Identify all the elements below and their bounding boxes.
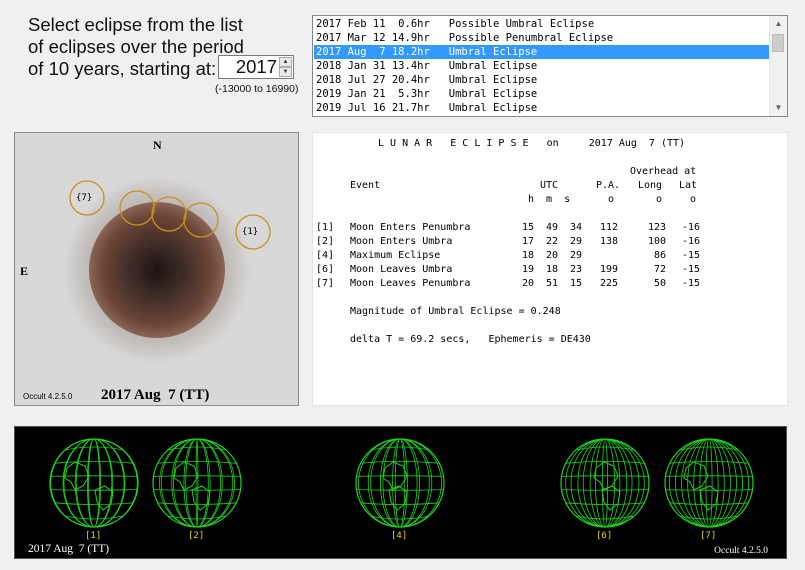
eclipse-list-item[interactable]: 2017 Mar 12 14.9hr Possible Penumbral Ec… [314, 31, 769, 45]
scroll-down-icon[interactable]: ▼ [770, 100, 787, 116]
globe-label: [4] [391, 531, 408, 541]
contact-label-1: {1} [242, 227, 259, 237]
unit-pa: o [608, 194, 615, 205]
header-event: Event [350, 180, 381, 191]
unit-lat: o [690, 194, 697, 205]
spin-down-icon[interactable]: ▼ [279, 67, 292, 77]
event-long-cell: 72 [653, 264, 666, 275]
start-year-input[interactable] [221, 57, 277, 77]
eclipse-diagram-svg [63, 176, 271, 364]
delta-t-ephemeris: delta T = 69.2 secs, Ephemeris = DE430 [350, 334, 591, 345]
event-long-cell: 50 [653, 278, 666, 289]
event-name-cell: Moon Enters Umbra [350, 236, 453, 247]
earth-visibility-panel: [1] [2] [4] [6] [7] 2017 Aug 7 (TT) Occult 4… [14, 426, 787, 559]
event-id-cell: [7] [316, 278, 335, 289]
event-h-cell: 20 [521, 278, 534, 289]
event-s-cell: 23 [569, 264, 582, 275]
earth-globe [152, 438, 242, 528]
event-m-cell: 18 [545, 264, 558, 275]
event-id-cell: [6] [316, 264, 335, 275]
earth-globe [664, 438, 754, 528]
spin-up-icon[interactable]: ▲ [279, 57, 292, 67]
event-m-cell: 20 [545, 250, 558, 261]
event-id-cell: [2] [316, 236, 335, 247]
spinner-buttons: ▲ ▼ [279, 57, 292, 77]
event-pa-cell: 225 [599, 278, 618, 289]
eclipse-diagram: {7} {1} N E Occult 4.2.5.0 2017 Aug 7 (T… [14, 132, 299, 406]
event-s-cell: 29 [569, 236, 582, 247]
unit-hms: h m s [528, 194, 571, 205]
header-lat: Lat [679, 180, 698, 191]
eclipse-list-item[interactable]: 2018 Jan 31 13.4hr Umbral Eclipse [314, 59, 769, 73]
globes-date: 2017 Aug 7 (TT) [28, 543, 110, 555]
event-long-cell: 86 [653, 250, 666, 261]
header-long: Long [638, 180, 663, 191]
event-h-cell: 15 [521, 222, 534, 233]
umbral-magnitude: Magnitude of Umbral Eclipse = 0.248 [350, 306, 561, 317]
list-scrollbar[interactable]: ▲ ▼ [769, 16, 787, 116]
start-year-spinner[interactable]: ▲ ▼ [218, 55, 294, 79]
eclipse-list-item[interactable]: 2017 Aug 7 18.2hr Umbral Eclipse [314, 45, 769, 59]
header-pa: P.A. [596, 180, 621, 191]
header-overhead: Overhead at [630, 166, 697, 177]
event-name-cell: Moon Leaves Penumbra [350, 278, 471, 289]
earth-globe [560, 438, 650, 528]
event-lat-cell: -16 [681, 222, 700, 233]
event-s-cell: 29 [569, 250, 582, 261]
compass-north: N [153, 138, 162, 152]
eclipse-list-rows: 2017 Feb 11 0.6hr Possible Umbral Eclips… [314, 17, 769, 115]
eclipse-report: L U N A R E C L I P S E on 2017 Aug 7 (T… [312, 132, 788, 406]
event-lat-cell: -15 [681, 278, 700, 289]
eclipse-list-item[interactable]: 2017 Feb 11 0.6hr Possible Umbral Eclips… [314, 17, 769, 31]
header-utc: UTC [540, 180, 559, 191]
globe-label: [2] [188, 531, 205, 541]
eclipse-list-item[interactable]: 2019 Jul 16 21.7hr Umbral Eclipse [314, 101, 769, 115]
diagram-version: Occult 4.2.5.0 [23, 392, 73, 401]
event-pa-cell: 199 [599, 264, 618, 275]
event-pa-cell: 138 [599, 236, 618, 247]
event-id-cell: [1] [316, 222, 335, 233]
globe-label: [1] [85, 531, 102, 541]
event-lat-cell: -15 [681, 250, 700, 261]
event-lat-cell: -15 [681, 264, 700, 275]
event-pa-cell: 112 [599, 222, 618, 233]
umbra-shadow [89, 202, 225, 338]
event-name-cell: Moon Leaves Umbra [350, 264, 453, 275]
event-lat-cell: -16 [681, 236, 700, 247]
event-long-cell: 123 [647, 222, 666, 233]
event-m-cell: 49 [545, 222, 558, 233]
event-s-cell: 34 [569, 222, 582, 233]
globe-label: [6] [596, 531, 613, 541]
scroll-up-icon[interactable]: ▲ [770, 16, 787, 32]
event-m-cell: 51 [545, 278, 558, 289]
earth-globe [49, 438, 139, 528]
eclipse-list-item[interactable]: 2018 Jul 27 20.4hr Umbral Eclipse [314, 73, 769, 87]
contact-label-7: {7} [76, 193, 93, 203]
event-name-cell: Moon Enters Penumbra [350, 222, 471, 233]
scroll-thumb[interactable] [772, 34, 784, 52]
unit-long: o [656, 194, 663, 205]
eclipse-listbox[interactable]: 2017 Feb 11 0.6hr Possible Umbral Eclips… [312, 15, 788, 117]
event-id-cell: [4] [316, 250, 335, 261]
diagram-date: 2017 Aug 7 (TT) [101, 387, 210, 403]
event-m-cell: 22 [545, 236, 558, 247]
event-h-cell: 19 [521, 264, 534, 275]
report-title: L U N A R E C L I P S E on 2017 Aug 7 (T… [378, 138, 686, 149]
compass-east: E [20, 264, 29, 278]
event-h-cell: 17 [521, 236, 534, 247]
event-name-cell: Maximum Eclipse [350, 250, 441, 261]
event-long-cell: 100 [647, 236, 666, 247]
globes-version: Occult 4.2.5.0 [714, 546, 768, 556]
earth-globe [355, 438, 445, 528]
event-h-cell: 18 [521, 250, 534, 261]
event-s-cell: 15 [569, 278, 582, 289]
globe-label: [7] [700, 531, 717, 541]
year-range-hint: (-13000 to 16990) [215, 83, 299, 95]
prompt-line-1: Select eclipse from the list [28, 14, 243, 35]
eclipse-list-item[interactable]: 2019 Jan 21 5.3hr Umbral Eclipse [314, 87, 769, 101]
